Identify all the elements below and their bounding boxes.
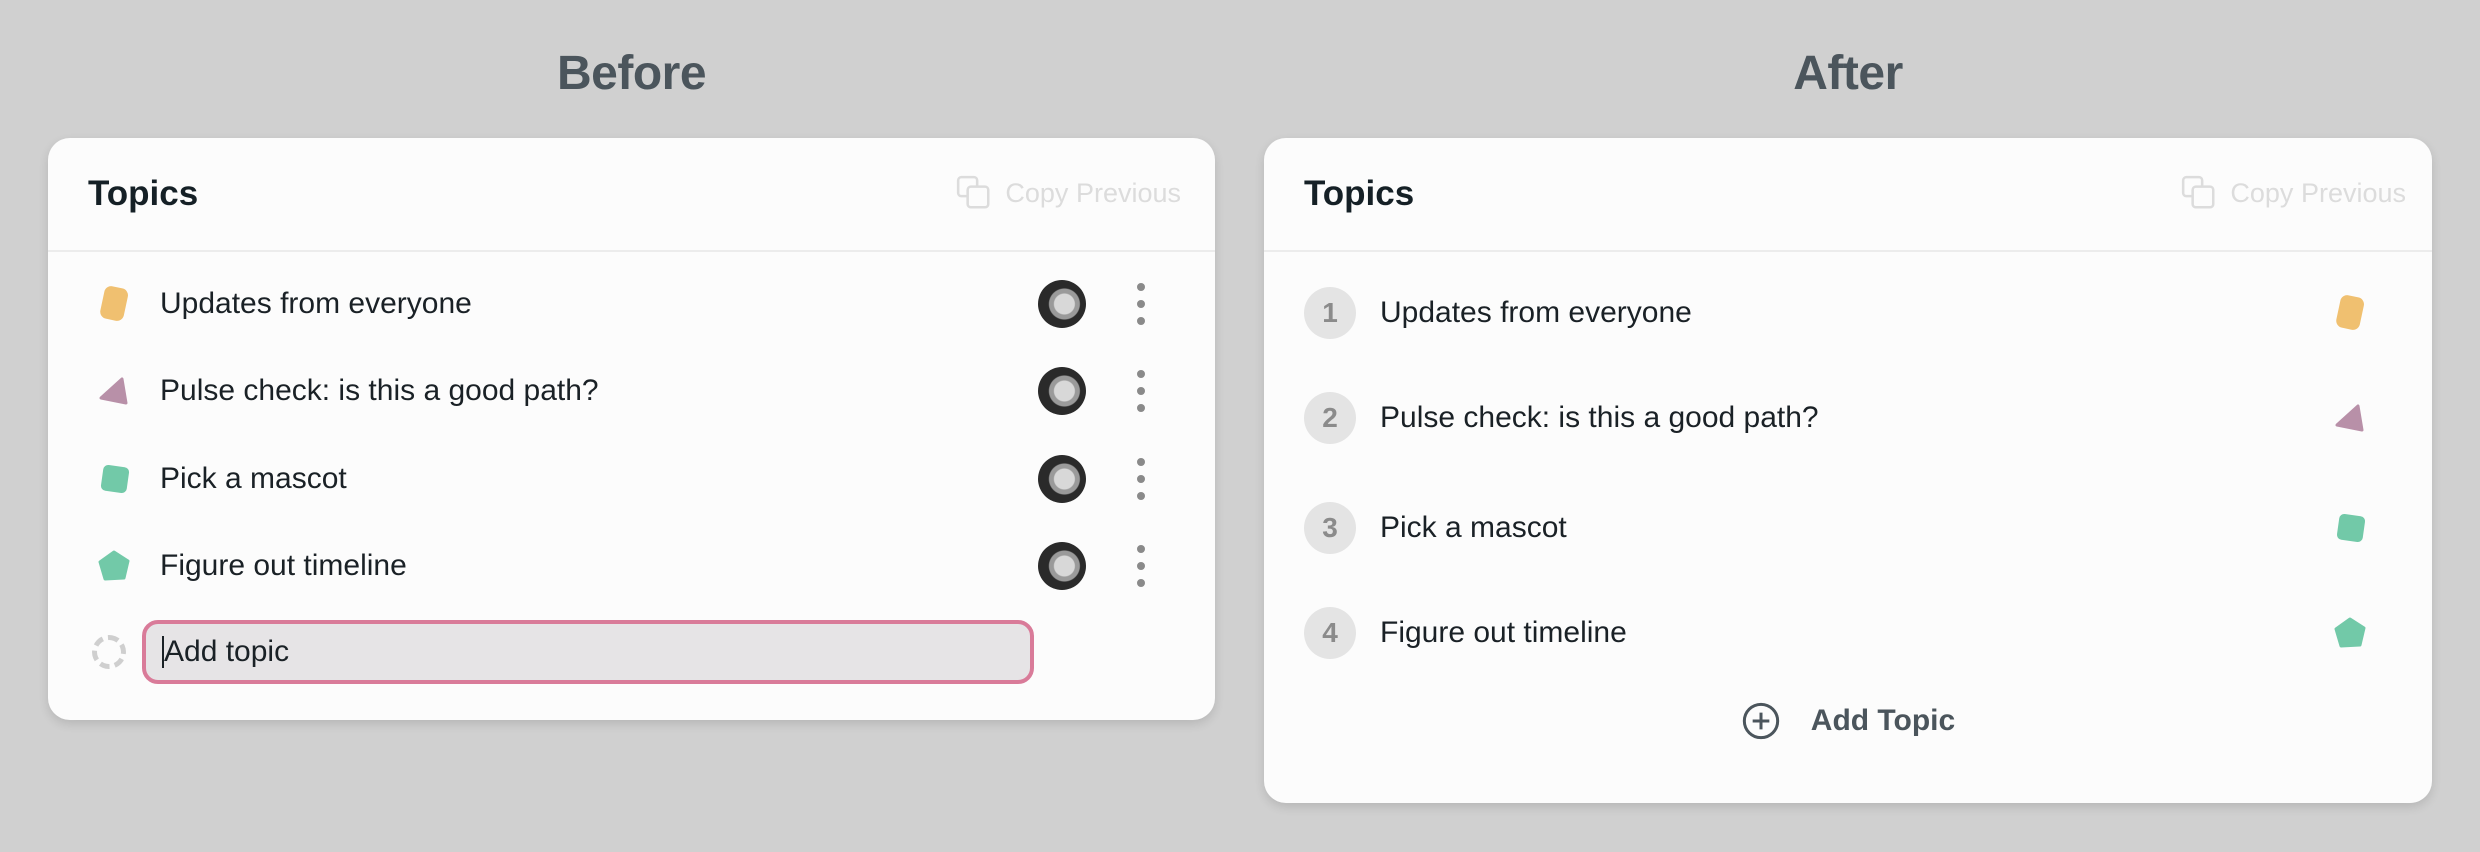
more-options-icon[interactable]: [1135, 458, 1147, 500]
before-topics-card: Topics Copy Previous Updates from everyo…: [48, 138, 1215, 720]
avatar[interactable]: [1038, 542, 1086, 590]
topic-label: Figure out timeline: [1380, 616, 1627, 649]
add-topic-label: Add Topic: [1810, 704, 1956, 737]
topic-row[interactable]: 4 Figure out timeline: [1264, 603, 2432, 663]
pentagon-icon: [2334, 617, 2366, 648]
copy-previous-button[interactable]: Copy Previous: [955, 174, 1181, 212]
topic-row[interactable]: 3 Pick a mascot: [1264, 498, 2432, 558]
triangle-icon: [2335, 404, 2364, 432]
before-title: Before: [556, 47, 707, 100]
copy-previous-label: Copy Previous: [1005, 177, 1181, 208]
more-options-icon[interactable]: [1135, 370, 1147, 412]
copy-icon: [2182, 175, 2215, 209]
more-options-icon[interactable]: [1135, 545, 1147, 587]
topic-label: Figure out timeline: [160, 549, 407, 582]
triangle-icon: [99, 377, 128, 405]
square-icon: [2336, 513, 2366, 543]
topic-label: Updates from everyone: [160, 287, 472, 320]
avatar[interactable]: [1038, 280, 1086, 328]
topic-label: Pulse check: is this a good path?: [160, 374, 599, 407]
more-options-icon[interactable]: [1135, 283, 1147, 325]
avatar[interactable]: [1038, 455, 1086, 503]
topic-number-badge: 3: [1304, 502, 1356, 554]
topic-number-badge: 1: [1304, 287, 1356, 339]
avatar[interactable]: [1038, 367, 1086, 415]
square-icon: [100, 464, 130, 494]
topic-number-badge: 2: [1304, 392, 1356, 444]
pentagon-icon: [98, 550, 130, 581]
topic-row[interactable]: Figure out timeline: [48, 536, 1215, 596]
card-heading: Topics: [88, 174, 199, 213]
topic-label: Pulse check: is this a good path?: [1380, 401, 1819, 434]
copy-previous-button[interactable]: Copy Previous: [2180, 174, 2406, 212]
after-topics-card: Topics Copy Previous 1 Updates from ever…: [1264, 138, 2432, 803]
topic-label: Pick a mascot: [1380, 511, 1567, 544]
topic-row[interactable]: Pulse check: is this a good path?: [48, 361, 1215, 421]
new-topic-shape-placeholder-icon: [92, 635, 126, 669]
topic-row[interactable]: 1 Updates from everyone: [1264, 283, 2432, 343]
copy-previous-label: Copy Previous: [2230, 177, 2406, 208]
add-topic-button[interactable]: Add Topic: [1264, 701, 2432, 741]
add-topic-input[interactable]: Add topic: [142, 620, 1034, 684]
plus-circle-icon: [1742, 702, 1779, 740]
card-header: Topics Copy Previous: [48, 138, 1215, 252]
topic-row[interactable]: Updates from everyone: [48, 274, 1215, 334]
card-heading: Topics: [1304, 174, 1415, 213]
rounded-rectangle-icon: [100, 286, 128, 321]
topic-label: Updates from everyone: [1380, 296, 1692, 329]
topic-label: Pick a mascot: [160, 462, 347, 495]
copy-icon: [957, 175, 990, 209]
rounded-rectangle-icon: [2336, 295, 2364, 330]
after-title: After: [1793, 47, 1903, 100]
topic-row[interactable]: 2 Pulse check: is this a good path?: [1264, 388, 2432, 448]
topic-row[interactable]: Pick a mascot: [48, 449, 1215, 509]
card-header: Topics Copy Previous: [1264, 138, 2432, 252]
add-topic-placeholder: Add topic: [164, 635, 290, 668]
topic-number-badge: 4: [1304, 607, 1356, 659]
